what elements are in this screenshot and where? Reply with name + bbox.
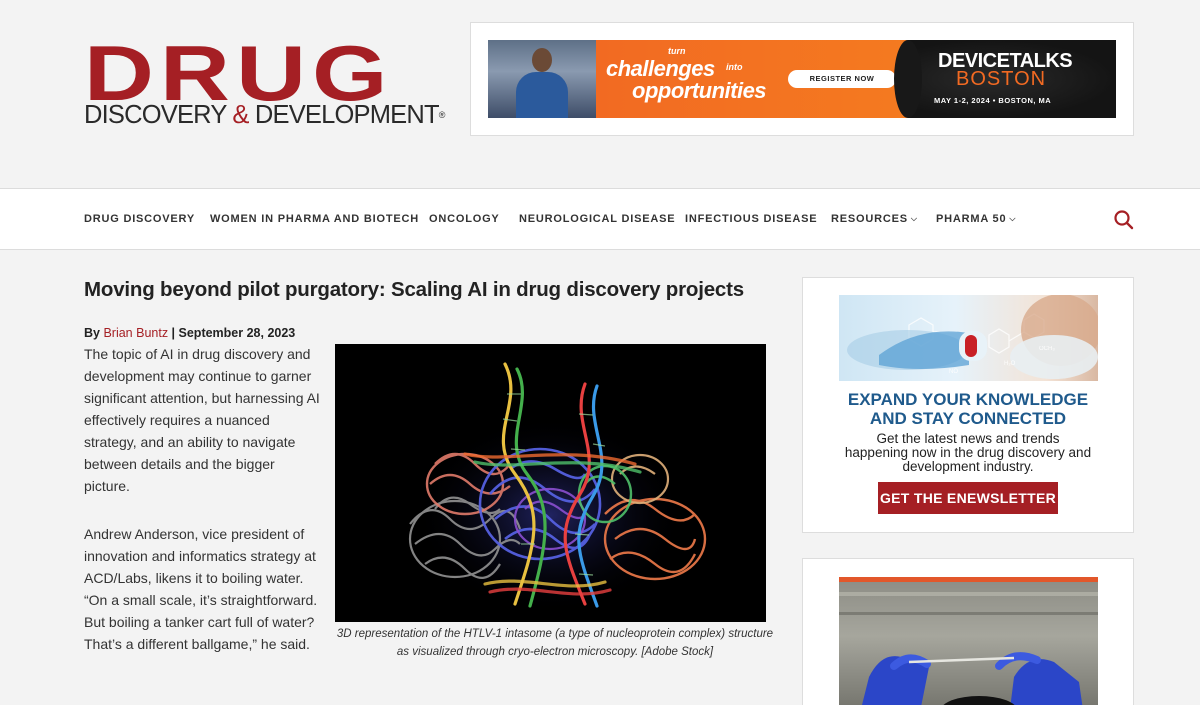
nav-item-resources[interactable]: RESOURCES ⌵ <box>831 213 918 225</box>
newsletter-heading-line-1: EXPAND YOUR KNOWLEDGE <box>847 390 1089 409</box>
nav-label: RESOURCES <box>831 213 908 225</box>
ad-photo <box>488 40 596 118</box>
author-link[interactable]: Brian Buntz <box>103 326 168 340</box>
nav-label: WOMEN IN PHARMA AND BIOTECH <box>210 213 419 225</box>
ad-person-head <box>532 48 552 72</box>
nav-label: ONCOLOGY <box>429 213 500 225</box>
main-nav: DRUG DISCOVERY WOMEN IN PHARMA AND BIOTE… <box>0 188 1200 250</box>
image-caption: 3D representation of the HTLV-1 intasome… <box>336 628 774 658</box>
byline-prefix: By <box>84 326 104 340</box>
article-date: | September 28, 2023 <box>168 326 296 340</box>
get-enewsletter-button[interactable]: GET THE ENEWSLETTER <box>878 482 1058 514</box>
ad-tagline-panel: turn challenges into opportunities REGIS… <box>596 40 908 118</box>
ad-turn-text: turn <box>668 46 686 56</box>
sidebar-ad-image[interactable] <box>839 577 1098 705</box>
newsletter-heading-line-2: AND STAY CONNECTED <box>869 409 1067 428</box>
nav-item-infectious-disease[interactable]: INFECTIOUS DISEASE <box>685 213 817 225</box>
ad-register-button[interactable]: REGISTER NOW <box>788 70 896 88</box>
logo-registered-mark: ® <box>438 110 446 120</box>
chevron-down-icon: ⌵ <box>1009 214 1017 223</box>
article-paragraph: Andrew Anderson, vice president of innov… <box>84 526 318 652</box>
ad-boston-text: BOSTON <box>956 68 1047 90</box>
newsletter-text-line-1: Get the latest news and trends <box>876 431 1060 446</box>
logo-ampersand: & <box>232 101 249 129</box>
article-paragraph: The topic of AI in drug discovery and de… <box>84 346 320 494</box>
svg-text:H₂O: H₂O <box>1004 361 1016 367</box>
ad-date-text: MAY 1-2, 2024 • BOSTON, MA <box>934 96 1052 105</box>
newsletter-widget: H₂O NO OCH₃ EXPAND YOUR KNOWLEDGE AND STAY… <box>802 277 1134 533</box>
article-byline: By Brian Buntz | September 28, 2023 <box>84 326 295 340</box>
site-logo[interactable]: DRUG DISCOVERY & DEVELOPMENT® <box>84 34 445 130</box>
article-image <box>335 344 766 622</box>
protein-structure-illustration <box>335 344 766 622</box>
nav-item-drug-discovery[interactable]: DRUG DISCOVERY <box>84 213 195 225</box>
lab-capsule-illustration: H₂O NO OCH₃ <box>847 295 1098 379</box>
ad-into-text: into <box>726 62 743 72</box>
ad-event-panel: DEVICETALKS BOSTON MAY 1-2, 2024 • BOSTO… <box>894 40 1116 118</box>
chevron-down-icon: ⌵ <box>910 214 918 223</box>
newsletter-text-line-2: happening now in the drug discovery and <box>844 445 1092 460</box>
svg-text:NO: NO <box>949 369 958 375</box>
logo-subtitle-part2: DEVELOPMENT <box>248 101 440 129</box>
nav-item-oncology[interactable]: ONCOLOGY <box>429 213 500 225</box>
nav-label: INFECTIOUS DISEASE <box>685 213 818 225</box>
svg-text:OCH₃: OCH₃ <box>1039 346 1055 352</box>
nav-label: NEUROLOGICAL DISEASE <box>519 213 676 225</box>
search-button[interactable] <box>1113 209 1135 231</box>
article-title: Moving beyond pilot purgatory: Scaling A… <box>84 278 744 301</box>
newsletter-image: H₂O NO OCH₃ <box>839 295 1098 381</box>
nav-item-women-in-pharma[interactable]: WOMEN IN PHARMA AND BIOTECH <box>210 213 419 225</box>
site-header: DRUG DISCOVERY & DEVELOPMENT® turn chall… <box>0 0 1200 188</box>
sidebar-ad-widget <box>802 558 1134 705</box>
nav-label: DRUG DISCOVERY <box>84 213 196 225</box>
nav-label: PHARMA 50 <box>936 213 1007 225</box>
devicetalks-ad-banner[interactable]: turn challenges into opportunities REGIS… <box>488 40 1116 118</box>
gloved-hands-lab-illustration <box>839 592 1098 705</box>
logo-subtitle: DISCOVERY & DEVELOPMENT® <box>84 101 445 129</box>
newsletter-text-line-3: development industry. <box>902 459 1034 474</box>
ad-person-body <box>516 72 568 118</box>
nav-item-pharma-50[interactable]: PHARMA 50 ⌵ <box>936 213 1016 225</box>
nav-item-neurological-disease[interactable]: NEUROLOGICAL DISEASE <box>519 213 675 225</box>
logo-subtitle-part1: DISCOVERY <box>84 101 233 129</box>
ad-container: turn challenges into opportunities REGIS… <box>470 22 1134 136</box>
search-icon <box>1114 210 1134 230</box>
ad-opportunities-text: opportunities <box>632 78 767 103</box>
